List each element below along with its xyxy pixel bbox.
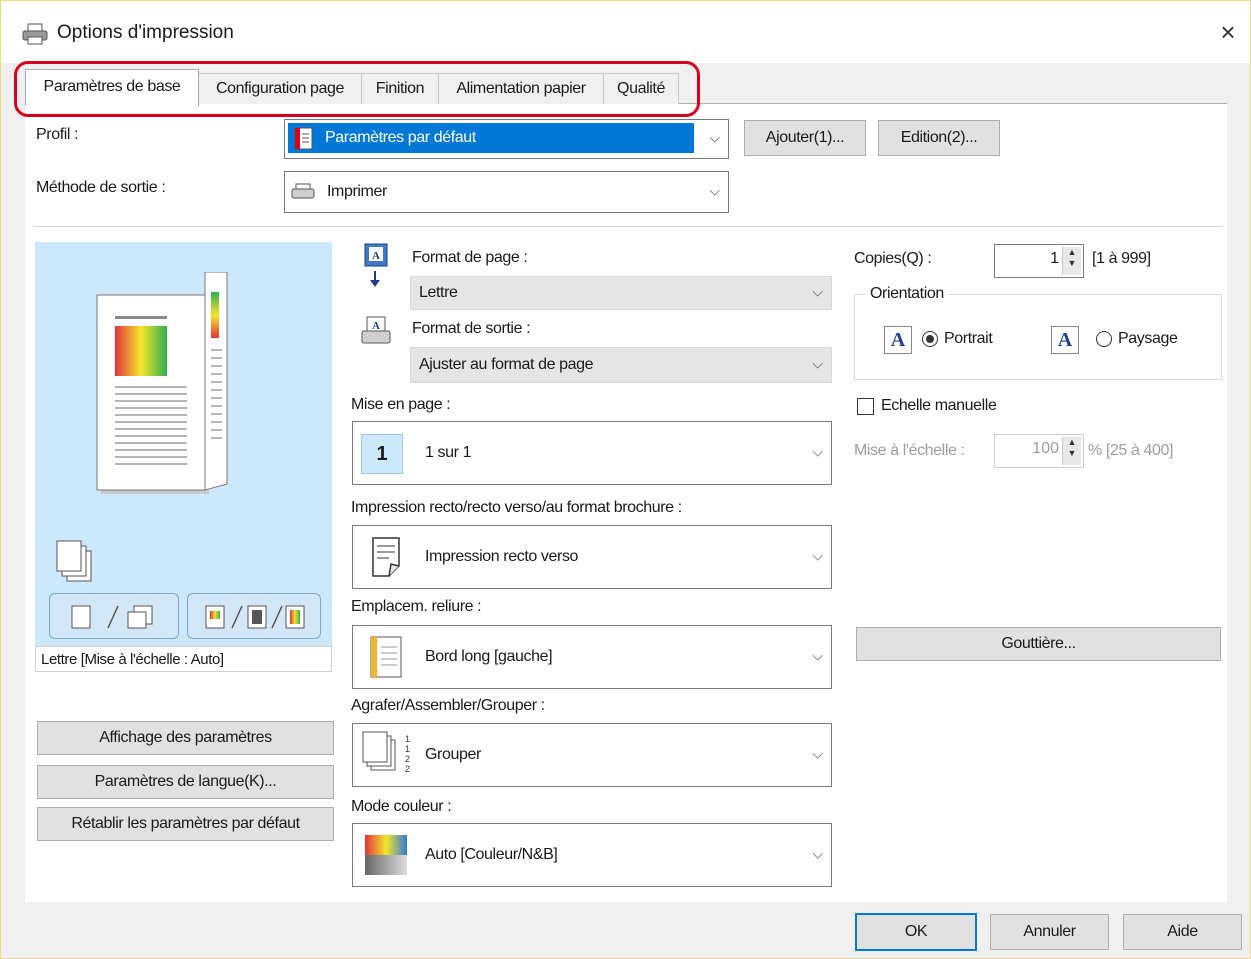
scaling-range: % [25 à 400]: [1088, 442, 1174, 459]
printer-icon: [22, 23, 48, 45]
finishing-value: Grouper: [425, 746, 481, 763]
printer-icon: [291, 183, 315, 199]
svg-text:2: 2: [405, 764, 410, 774]
gutter-button[interactable]: Gouttière...: [856, 627, 1221, 661]
svg-text:A: A: [372, 250, 380, 262]
help-button[interactable]: Aide: [1123, 914, 1242, 950]
copies-range: [1 à 999]: [1092, 250, 1151, 267]
title-bar: Options d'impression ×: [1, 1, 1250, 63]
separator: [34, 226, 1222, 227]
chevron-down-icon: ⌵: [709, 129, 720, 146]
duplex-preview-toggle[interactable]: [49, 593, 179, 639]
output-size-icon: A: [361, 316, 391, 344]
color-page-icon: [205, 605, 305, 629]
output-size-combo[interactable]: Ajuster au format de page ⌵: [410, 347, 832, 383]
layout-combo[interactable]: 1 1 sur 1 ⌵: [352, 421, 832, 485]
group-pages-icon: 1 1 2 2: [362, 731, 410, 774]
chevron-down-icon: ⌵: [812, 443, 823, 460]
chevron-down-icon: ⌵: [812, 355, 823, 372]
restore-defaults-button[interactable]: Rétablir les paramètres par défaut: [37, 807, 334, 841]
copies-spinner[interactable]: 1 ▲ ▼: [994, 244, 1084, 278]
copies-value: 1: [1050, 250, 1059, 267]
portrait-icon: A: [884, 326, 912, 354]
copies-label: Copies(Q) :: [854, 250, 932, 267]
duplex-page-icon: [71, 605, 153, 629]
tab-page-setup[interactable]: Configuration page: [198, 73, 362, 104]
chevron-down-icon: ⌵: [812, 547, 823, 564]
page-size-label: Format de page :: [412, 249, 528, 266]
color-mode-icon: [365, 835, 407, 875]
color-preview-toggle[interactable]: [187, 593, 321, 639]
tab-quality[interactable]: Qualité: [603, 73, 679, 104]
copies-stack-icon: [56, 540, 92, 582]
svg-text:1: 1: [405, 734, 410, 744]
output-size-label: Format de sortie :: [412, 320, 531, 337]
add-profile-button[interactable]: Ajouter(1)...: [744, 120, 866, 156]
manual-scale-label[interactable]: Echelle manuelle: [881, 397, 997, 415]
close-button[interactable]: ×: [1213, 17, 1243, 47]
window-title: Options d'impression: [57, 22, 234, 43]
scaling-spinner[interactable]: 100 ▲ ▼: [994, 434, 1084, 468]
finishing-combo[interactable]: 1 1 2 2 Grouper ⌵: [352, 723, 832, 787]
output-method-label: Méthode de sortie :: [36, 179, 166, 196]
binding-value: Bord long [gauche]: [425, 648, 553, 665]
tab-paper-source[interactable]: Alimentation papier: [438, 73, 604, 104]
profile-label: Profil :: [36, 126, 79, 143]
svg-text:A: A: [372, 320, 380, 332]
layout-label: Mise en page :: [351, 396, 451, 413]
output-method-combo[interactable]: Imprimer ⌵: [284, 171, 729, 213]
portrait-radio[interactable]: [922, 331, 938, 347]
output-size-value: Ajuster au format de page: [419, 356, 594, 373]
chevron-down-icon: ⌵: [709, 182, 720, 199]
duplex-label: Impression recto/recto verso/au format b…: [351, 499, 682, 516]
print-options-window: Options d'impression × Paramètres de bas…: [0, 0, 1251, 959]
layout-value: 1 sur 1: [425, 444, 472, 461]
chevron-down-icon: ⌵: [812, 647, 823, 664]
preview-pane: [35, 242, 332, 666]
scaling-label: Mise à l'échelle :: [854, 442, 965, 459]
finishing-label: Agrafer/Assembler/Grouper :: [351, 697, 545, 714]
tab-finishing[interactable]: Finition: [361, 73, 439, 104]
chevron-down-icon: ⌵: [812, 845, 823, 862]
preview-caption: Lettre [Mise à l'échelle : Auto]: [35, 646, 332, 672]
binding-label: Emplacem. reliure :: [351, 598, 482, 615]
landscape-radio[interactable]: [1096, 331, 1112, 347]
landscape-label[interactable]: Paysage: [1118, 330, 1178, 348]
scaling-value: 100: [1032, 440, 1059, 457]
page-size-icon: A: [364, 243, 388, 287]
edit-profile-button[interactable]: Edition(2)...: [878, 120, 1000, 156]
show-settings-button[interactable]: Affichage des paramètres: [37, 721, 334, 755]
page-preview-image: [96, 272, 228, 494]
color-mode-value: Auto [Couleur/N&B]: [425, 846, 558, 863]
tab-basic-settings[interactable]: Paramètres de base: [25, 69, 199, 106]
svg-text:1: 1: [405, 744, 410, 754]
language-settings-button[interactable]: Paramètres de langue(K)...: [37, 765, 334, 799]
duplex-combo[interactable]: Impression recto verso ⌵: [352, 525, 832, 589]
page-size-value: Lettre: [419, 284, 458, 301]
svg-text:2: 2: [405, 754, 410, 764]
profile-icon: [294, 127, 313, 150]
spin-arrows-icon[interactable]: ▲ ▼: [1062, 437, 1081, 465]
duplex-value: Impression recto verso: [425, 548, 579, 565]
color-mode-label: Mode couleur :: [351, 798, 452, 815]
profile-combo[interactable]: Paramètres par défaut ⌵: [284, 119, 729, 159]
page-size-combo[interactable]: Lettre ⌵: [410, 276, 832, 310]
profile-value: Paramètres par défaut: [325, 129, 476, 146]
duplex-page-icon: [372, 537, 400, 577]
chevron-down-icon: ⌵: [812, 745, 823, 762]
cancel-button[interactable]: Annuler: [990, 914, 1109, 950]
layout-n-up-icon: 1: [361, 434, 403, 474]
chevron-down-icon: ⌵: [812, 283, 823, 300]
binding-combo[interactable]: Bord long [gauche] ⌵: [352, 625, 832, 689]
manual-scale-checkbox[interactable]: [857, 398, 874, 415]
ok-button[interactable]: OK: [855, 913, 977, 951]
spin-arrows-icon[interactable]: ▲ ▼: [1062, 247, 1081, 275]
landscape-icon: A: [1051, 326, 1079, 354]
color-mode-combo[interactable]: Auto [Couleur/N&B] ⌵: [352, 823, 832, 887]
orientation-group-label: Orientation: [866, 285, 948, 303]
portrait-label[interactable]: Portrait: [944, 330, 993, 348]
output-method-value: Imprimer: [327, 183, 387, 200]
binding-edge-icon: [370, 636, 402, 678]
